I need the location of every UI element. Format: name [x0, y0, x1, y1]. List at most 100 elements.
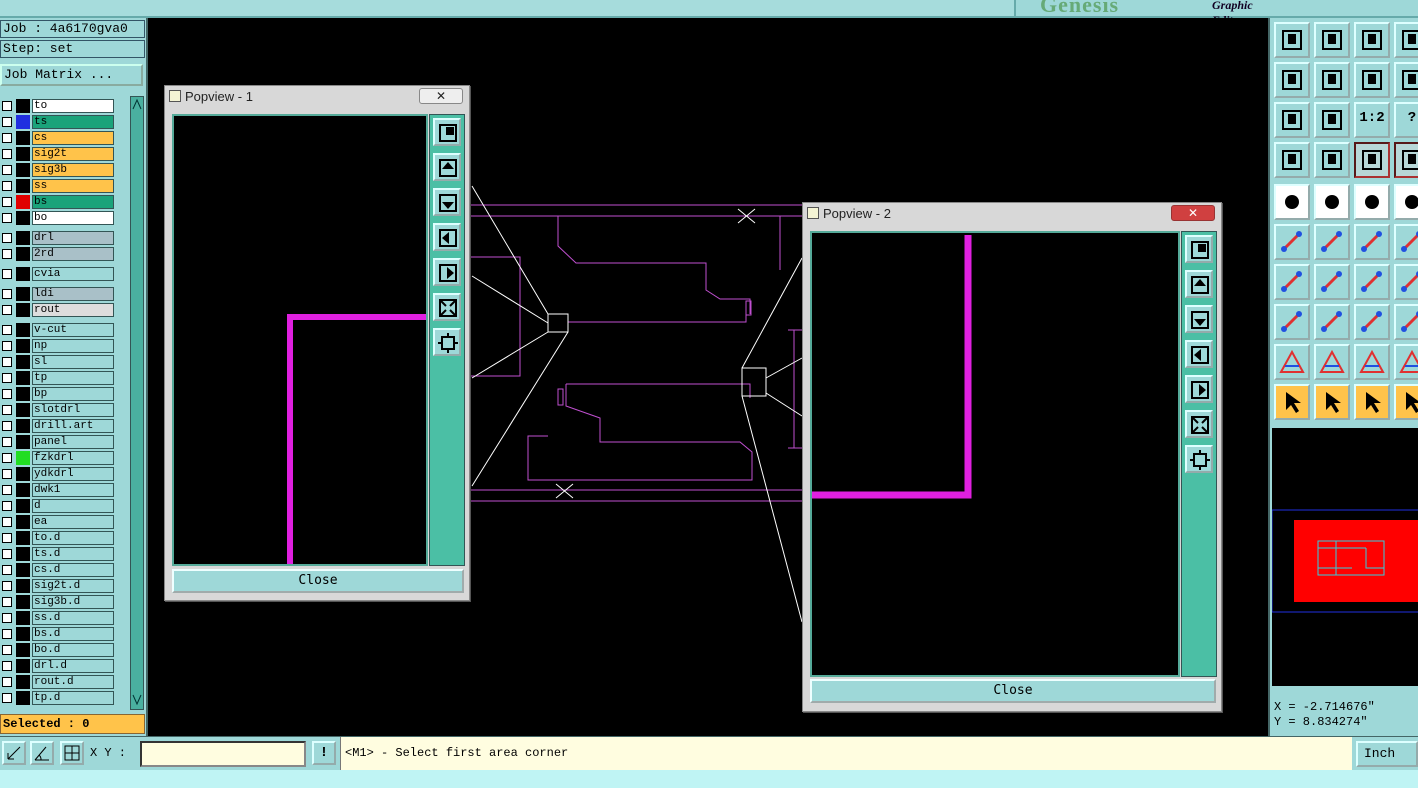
- layer-row[interactable]: ts.d: [0, 546, 128, 561]
- layer-name[interactable]: ydkdrl: [32, 467, 114, 481]
- layer-row[interactable]: bp: [0, 386, 128, 401]
- xy-input[interactable]: [140, 741, 306, 767]
- layer-color-swatch[interactable]: [16, 99, 30, 113]
- layer-color-swatch[interactable]: [16, 303, 30, 317]
- layer-color-swatch[interactable]: [16, 643, 30, 657]
- layer-name[interactable]: np: [32, 339, 114, 353]
- layer-row[interactable]: bs: [0, 194, 128, 209]
- layer-row[interactable]: rout.d: [0, 674, 128, 689]
- layer-name[interactable]: ldi: [32, 287, 114, 301]
- layer-row[interactable]: ss.d: [0, 610, 128, 625]
- layer-checkbox[interactable]: [2, 469, 12, 479]
- layer-color-swatch[interactable]: [16, 659, 30, 673]
- tool-button[interactable]: [1394, 344, 1418, 380]
- layer-checkbox[interactable]: [2, 661, 12, 671]
- tool-button[interactable]: [1394, 142, 1418, 178]
- layer-checkbox[interactable]: [2, 453, 12, 463]
- layer-scrollbar[interactable]: [130, 96, 144, 710]
- layer-checkbox[interactable]: [2, 389, 12, 399]
- layer-name[interactable]: ea: [32, 515, 114, 529]
- layer-checkbox[interactable]: [2, 581, 12, 591]
- layer-color-swatch[interactable]: [16, 339, 30, 353]
- tool-button[interactable]: [1394, 22, 1418, 58]
- tool-button[interactable]: [1274, 344, 1310, 380]
- layer-checkbox[interactable]: [2, 405, 12, 415]
- tool-button[interactable]: [1274, 304, 1310, 340]
- tool-button[interactable]: [1314, 62, 1350, 98]
- layer-row[interactable]: drl.d: [0, 658, 128, 673]
- layer-color-swatch[interactable]: [16, 563, 30, 577]
- layer-checkbox[interactable]: [2, 629, 12, 639]
- tool-button[interactable]: [1354, 264, 1390, 300]
- layer-name[interactable]: to: [32, 99, 114, 113]
- tool-button[interactable]: [1394, 224, 1418, 260]
- layer-color-swatch[interactable]: [16, 595, 30, 609]
- layer-color-swatch[interactable]: [16, 131, 30, 145]
- layer-color-swatch[interactable]: [16, 691, 30, 705]
- layer-row[interactable]: tp: [0, 370, 128, 385]
- layer-checkbox[interactable]: [2, 305, 12, 315]
- layer-checkbox[interactable]: [2, 517, 12, 527]
- layer-row[interactable]: tp.d: [0, 690, 128, 705]
- layer-row[interactable]: ldi: [0, 286, 128, 301]
- layer-row[interactable]: d: [0, 498, 128, 513]
- layer-checkbox[interactable]: [2, 117, 12, 127]
- layer-checkbox[interactable]: [2, 213, 12, 223]
- popview-tool-button[interactable]: [433, 223, 461, 251]
- layer-row[interactable]: drl: [0, 230, 128, 245]
- layer-color-swatch[interactable]: [16, 451, 30, 465]
- tool-button[interactable]: [1314, 384, 1350, 420]
- popview-tool-button[interactable]: [1185, 235, 1213, 263]
- layer-color-swatch[interactable]: [16, 371, 30, 385]
- popview-1-close-x[interactable]: ✕: [419, 88, 463, 104]
- layer-checkbox[interactable]: [2, 437, 12, 447]
- layer-checkbox[interactable]: [2, 645, 12, 655]
- layer-color-swatch[interactable]: [16, 547, 30, 561]
- tool-button[interactable]: [1354, 384, 1390, 420]
- tool-button[interactable]: [1354, 224, 1390, 260]
- popview-tool-button[interactable]: [1185, 410, 1213, 438]
- layer-name[interactable]: tp.d: [32, 691, 114, 705]
- tool-button[interactable]: [1274, 264, 1310, 300]
- layer-name[interactable]: v-cut: [32, 323, 114, 337]
- layer-row[interactable]: np: [0, 338, 128, 353]
- tool-button[interactable]: [1394, 184, 1418, 220]
- layer-color-swatch[interactable]: [16, 499, 30, 513]
- layer-row[interactable]: sig3b.d: [0, 594, 128, 609]
- layer-color-swatch[interactable]: [16, 323, 30, 337]
- layer-name[interactable]: sig3b: [32, 163, 114, 177]
- layer-color-swatch[interactable]: [16, 247, 30, 261]
- layer-row[interactable]: bs.d: [0, 626, 128, 641]
- layer-color-swatch[interactable]: [16, 675, 30, 689]
- tool-button[interactable]: [1394, 264, 1418, 300]
- layer-row[interactable]: slotdrl: [0, 402, 128, 417]
- tool-button[interactable]: [1394, 384, 1418, 420]
- layer-color-swatch[interactable]: [16, 267, 30, 281]
- layer-color-swatch[interactable]: [16, 515, 30, 529]
- popview-2-close-x[interactable]: ✕: [1171, 205, 1215, 221]
- layer-name[interactable]: bs: [32, 195, 114, 209]
- layer-row[interactable]: dwk1: [0, 482, 128, 497]
- layer-row[interactable]: cvia: [0, 266, 128, 281]
- layer-row[interactable]: panel: [0, 434, 128, 449]
- layer-name[interactable]: rout.d: [32, 675, 114, 689]
- layer-color-swatch[interactable]: [16, 163, 30, 177]
- layer-row[interactable]: ydkdrl: [0, 466, 128, 481]
- layer-color-swatch[interactable]: [16, 467, 30, 481]
- layer-color-swatch[interactable]: [16, 287, 30, 301]
- layer-color-swatch[interactable]: [16, 211, 30, 225]
- snap-mode-button[interactable]: [2, 741, 26, 765]
- tool-button[interactable]: [1314, 102, 1350, 138]
- popview-tool-button[interactable]: [433, 328, 461, 356]
- layer-color-swatch[interactable]: [16, 403, 30, 417]
- popview-tool-button[interactable]: [1185, 375, 1213, 403]
- layer-checkbox[interactable]: [2, 165, 12, 175]
- layer-name[interactable]: cs.d: [32, 563, 114, 577]
- layer-checkbox[interactable]: [2, 357, 12, 367]
- unit-selector[interactable]: Inch: [1356, 741, 1418, 767]
- tool-button[interactable]: [1394, 304, 1418, 340]
- layer-row[interactable]: drill.art: [0, 418, 128, 433]
- layer-checkbox[interactable]: [2, 597, 12, 607]
- layer-color-swatch[interactable]: [16, 483, 30, 497]
- layer-name[interactable]: to.d: [32, 531, 114, 545]
